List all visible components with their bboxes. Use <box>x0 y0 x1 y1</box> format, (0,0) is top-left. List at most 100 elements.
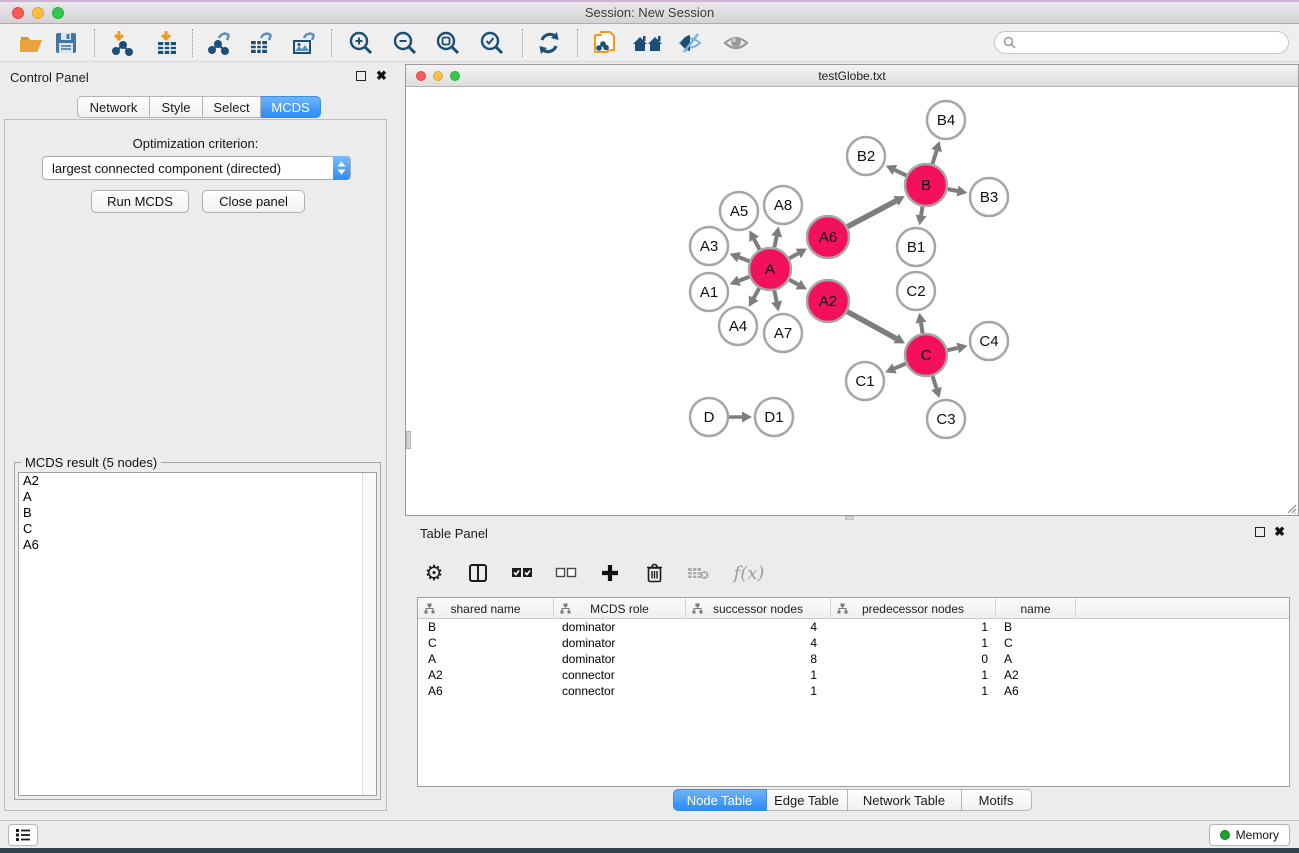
column-header-shared-name[interactable]: shared name <box>418 598 554 619</box>
save-session-icon[interactable] <box>48 28 84 58</box>
export-table-icon[interactable] <box>243 28 279 58</box>
zoom-in-icon[interactable] <box>343 28 379 58</box>
edge-arrowhead <box>771 301 782 312</box>
table-row[interactable]: Bdominator41B <box>418 619 1289 635</box>
zoom-selected-icon[interactable] <box>474 28 510 58</box>
edge-A-A6[interactable] <box>789 253 798 258</box>
edge-C-C2[interactable] <box>921 323 923 334</box>
zoom-out-icon[interactable] <box>387 28 423 58</box>
task-history-button[interactable] <box>8 824 38 846</box>
edge-C-C3[interactable] <box>933 376 937 388</box>
edge-B-B3[interactable] <box>948 189 958 191</box>
table-cell: dominator <box>554 651 686 667</box>
import-table-icon[interactable] <box>149 28 185 58</box>
result-list-item[interactable]: A2 <box>19 473 376 489</box>
duplicate-network-icon[interactable] <box>587 28 623 58</box>
resize-grip-icon[interactable] <box>1284 501 1297 514</box>
select-all-icon[interactable] <box>507 558 537 588</box>
deselect-all-icon[interactable] <box>551 558 581 588</box>
zoom-fit-icon[interactable] <box>430 28 466 58</box>
show-all-icon[interactable] <box>718 28 754 58</box>
tab-node-table[interactable]: Node Table <box>673 789 767 811</box>
refresh-icon[interactable] <box>531 28 567 58</box>
tab-network-table[interactable]: Network Table <box>848 789 962 811</box>
tab-select[interactable]: Select <box>203 96 261 118</box>
network-window-titlebar[interactable]: testGlobe.txt <box>406 65 1298 87</box>
edge-A-A7[interactable] <box>774 291 776 302</box>
tab-edge-table[interactable]: Edge Table <box>767 789 848 811</box>
edge-A-A3[interactable] <box>739 257 749 261</box>
edge-arrowhead <box>931 141 942 152</box>
edge-C-C4[interactable] <box>947 348 957 350</box>
open-session-icon[interactable] <box>13 28 49 58</box>
network-canvas[interactable]: B4B2BB3A8A5A6A3B1AA1C2A2A4A7C4CC1C3DD1 <box>406 87 1298 515</box>
run-mcds-button[interactable]: Run MCDS <box>91 190 189 213</box>
memory-button[interactable]: Memory <box>1209 824 1290 846</box>
export-network-icon[interactable] <box>201 28 237 58</box>
table-row[interactable]: Adominator80A <box>418 651 1289 667</box>
panel-collapse-handle[interactable] <box>406 431 411 449</box>
horizontal-splitter-grip[interactable] <box>845 516 854 520</box>
edge-C-C1[interactable] <box>894 364 905 369</box>
delete-icon[interactable] <box>639 558 669 588</box>
search-field[interactable] <box>994 31 1289 54</box>
control-panel-float-icon[interactable] <box>356 71 366 81</box>
edge-A-A8[interactable] <box>774 236 776 247</box>
column-header-name[interactable]: name <box>996 598 1076 619</box>
result-list-item[interactable]: B <box>19 505 376 521</box>
edge-A2-C[interactable] <box>847 312 896 339</box>
tab-network[interactable]: Network <box>77 96 150 118</box>
result-list-item[interactable]: A <box>19 489 376 505</box>
hide-selected-icon[interactable] <box>673 28 709 58</box>
graph-node-label: C2 <box>906 283 925 300</box>
edge-arrowhead <box>742 412 752 423</box>
edge-arrowhead <box>771 227 782 238</box>
node-table[interactable]: shared nameMCDS rolesuccessor nodesprede… <box>417 597 1290 787</box>
result-list-scrollbar[interactable] <box>362 473 376 795</box>
export-image-icon[interactable] <box>286 28 322 58</box>
tab-motifs[interactable]: Motifs <box>962 789 1032 811</box>
table-row[interactable]: A2connector11A2 <box>418 667 1289 683</box>
application-window: Session: New Session <box>0 0 1299 853</box>
dropdown-stepper-icon <box>333 156 350 180</box>
edge-B-B4[interactable] <box>932 151 936 164</box>
result-list-item[interactable]: A6 <box>19 537 376 553</box>
tab-mcds[interactable]: MCDS <box>261 96 321 118</box>
edge-A-A1[interactable] <box>739 277 749 281</box>
column-header-successor-nodes[interactable]: successor nodes <box>686 598 831 619</box>
tab-style[interactable]: Style <box>150 96 203 118</box>
import-network-icon[interactable] <box>104 28 140 58</box>
show-columns-icon[interactable] <box>463 558 493 588</box>
table-panel-close-icon[interactable]: ✖ <box>1274 527 1285 537</box>
search-input[interactable] <box>1016 36 1288 50</box>
result-list-item[interactable]: C <box>19 521 376 537</box>
graph-node-label: A4 <box>729 318 747 335</box>
add-column-icon[interactable] <box>595 558 625 588</box>
table-row[interactable]: A6connector11A6 <box>418 683 1289 699</box>
control-panel-title: Control Panel <box>10 70 89 85</box>
edge-A-A5[interactable] <box>754 239 760 249</box>
network-graph[interactable]: B4B2BB3A8A5A6A3B1AA1C2A2A4A7C4CC1C3DD1 <box>406 87 1298 515</box>
first-neighbors-icon[interactable] <box>630 28 666 58</box>
column-header-mcds-role[interactable]: MCDS role <box>554 598 686 619</box>
table-header-row: shared nameMCDS rolesuccessor nodesprede… <box>418 598 1289 619</box>
column-header-predecessor-nodes[interactable]: predecessor nodes <box>831 598 996 619</box>
edge-B-B1[interactable] <box>921 207 922 216</box>
criterion-dropdown[interactable]: largest connected component (directed) <box>42 156 351 180</box>
edge-A-A4[interactable] <box>754 288 760 298</box>
close-panel-button[interactable]: Close panel <box>202 190 305 213</box>
graph-node-label: A7 <box>774 325 792 342</box>
control-panel-close-icon[interactable]: ✖ <box>376 71 387 81</box>
table-row[interactable]: Cdominator41C <box>418 635 1289 651</box>
memory-label: Memory <box>1236 828 1279 842</box>
table-settings-icon[interactable]: ⚙ <box>419 558 449 588</box>
edge-A6-B[interactable] <box>847 201 896 227</box>
edge-B-B2[interactable] <box>895 170 906 176</box>
hierarchy-icon <box>560 603 571 617</box>
network-view-window: testGlobe.txt B4B2BB3A8A5A6A3B1AA1C2A2A4… <box>405 64 1299 516</box>
mcds-result-list[interactable]: A2ABCA6 <box>18 472 377 796</box>
table-cell: A2 <box>996 667 1076 683</box>
table-panel-float-icon[interactable] <box>1255 527 1265 537</box>
edge-A-A2[interactable] <box>789 280 798 285</box>
function-builder-icon-disabled: f(x) <box>727 558 771 588</box>
